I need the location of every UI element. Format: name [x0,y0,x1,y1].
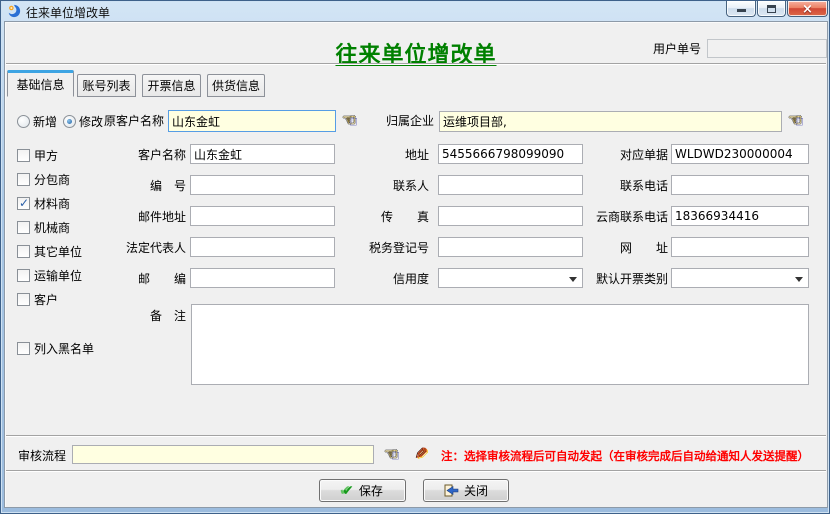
window-maximize-button[interactable] [757,1,786,17]
address-input[interactable] [438,144,583,164]
code-label: 编 号 [98,178,186,194]
chevron-down-icon [569,277,577,282]
chevron-down-icon [795,277,803,282]
zip-code-label: 邮 编 [98,271,186,287]
titlebar[interactable]: 往来单位增改单 [1,1,830,21]
zip-code-input[interactable] [190,268,335,288]
app-icon [7,4,21,18]
window-title: 往来单位增改单 [26,4,110,21]
user-doc-no-input[interactable] [707,39,827,58]
cloud-phone-label: 云商联系电话 [580,209,668,225]
remark-textarea[interactable] [191,304,809,385]
website-input[interactable] [671,237,809,257]
header-divider [6,63,826,65]
invoice-type-label: 默认开票类别 [580,271,668,287]
website-label: 网 址 [580,240,668,256]
fax-input[interactable] [438,206,583,226]
checkbox-transport-unit[interactable] [17,269,30,282]
exit-door-icon [444,484,459,497]
minimize-icon [737,8,746,12]
window-close-button[interactable] [787,1,828,17]
app-window: 往来单位增改单 往来单位增改单 用户单号 基础信息 账号列表 开票信息 供货信息… [0,0,830,514]
checkbox-material-supplier-label: 材料商 [34,196,70,212]
save-button[interactable]: 保存 [319,479,406,502]
credit-rating-select[interactable] [438,268,583,288]
audit-top-divider [6,435,826,437]
maximize-icon [767,5,776,13]
customer-name-input[interactable] [190,144,335,164]
checkbox-blacklist[interactable] [17,342,30,355]
ref-doc-label: 对应单据 [580,147,668,163]
save-button-label: 保存 [359,482,383,499]
email-input[interactable] [190,206,335,226]
tab-supply-info-label: 供货信息 [212,77,260,94]
close-form-button-label: 关闭 [464,482,488,499]
close-form-button[interactable]: 关闭 [423,479,509,502]
close-icon [802,2,813,16]
contact-person-input[interactable] [438,175,583,195]
legal-rep-label: 法定代表人 [98,240,186,256]
tab-account-list-label: 账号列表 [82,77,130,94]
invoice-type-select[interactable] [671,268,809,288]
checkbox-customer-label: 客户 [34,292,58,308]
tab-basic-info-label: 基础信息 [16,76,64,93]
orig-customer-name-label: 原客户名称 [98,113,164,129]
checkbox-transport-unit-label: 运输单位 [34,268,82,284]
contact-phone-input[interactable] [671,175,809,195]
email-label: 邮件地址 [98,209,186,225]
checkbox-customer[interactable] [17,293,30,306]
checkbox-subcontractor-label: 分包商 [34,172,70,188]
tab-invoice-info-label: 开票信息 [147,77,195,94]
window-minimize-button[interactable] [726,1,756,17]
cloud-phone-input[interactable] [671,206,809,226]
address-label: 地址 [341,147,429,163]
fax-label: 传 真 [341,209,429,225]
checkbox-material-supplier[interactable] [17,197,30,210]
checkbox-other-unit[interactable] [17,245,30,258]
audit-edit-pencil-icon[interactable] [415,444,435,462]
user-doc-no-label: 用户单号 [653,41,701,57]
button-divider [6,470,826,472]
code-input[interactable] [190,175,335,195]
legal-rep-input[interactable] [190,237,335,257]
checkbox-subcontractor[interactable] [17,173,30,186]
audit-flow-input[interactable] [72,445,374,464]
parent-company-lookup-hand-icon[interactable] [788,110,808,128]
contact-person-label: 联系人 [341,178,429,194]
tab-invoice-info[interactable]: 开票信息 [142,74,201,97]
tab-basic-info[interactable]: 基础信息 [7,70,74,97]
radio-edit[interactable] [63,115,76,128]
check-icon [342,483,354,499]
checkbox-machinery-supplier[interactable] [17,221,30,234]
checkbox-party-a[interactable] [17,149,30,162]
remark-label: 备 注 [98,308,186,324]
parent-company-label: 归属企业 [346,113,434,129]
parent-company-input[interactable] [439,111,782,132]
checkbox-other-unit-label: 其它单位 [34,244,82,260]
tab-account-list[interactable]: 账号列表 [77,74,136,97]
checkbox-party-a-label: 甲方 [34,148,58,164]
radio-add-label: 新增 [33,114,57,130]
tax-reg-no-label: 税务登记号 [341,240,429,256]
audit-note: 注：选择审核流程后可自动发起（在审核完成后自动给通知人发送提醒） [441,448,809,464]
credit-rating-label: 信用度 [341,271,429,287]
orig-customer-name-input[interactable] [168,110,336,132]
audit-lookup-hand-icon[interactable] [384,444,404,462]
tab-supply-info[interactable]: 供货信息 [207,74,265,97]
contact-phone-label: 联系电话 [580,178,668,194]
radio-add[interactable] [17,115,30,128]
ref-doc-input[interactable] [671,144,809,164]
checkbox-blacklist-label: 列入黑名单 [34,341,94,357]
tax-reg-no-input[interactable] [438,237,583,257]
audit-flow-label: 审核流程 [18,448,66,464]
customer-name-label: 客户名称 [98,147,186,163]
checkbox-machinery-supplier-label: 机械商 [34,220,70,236]
